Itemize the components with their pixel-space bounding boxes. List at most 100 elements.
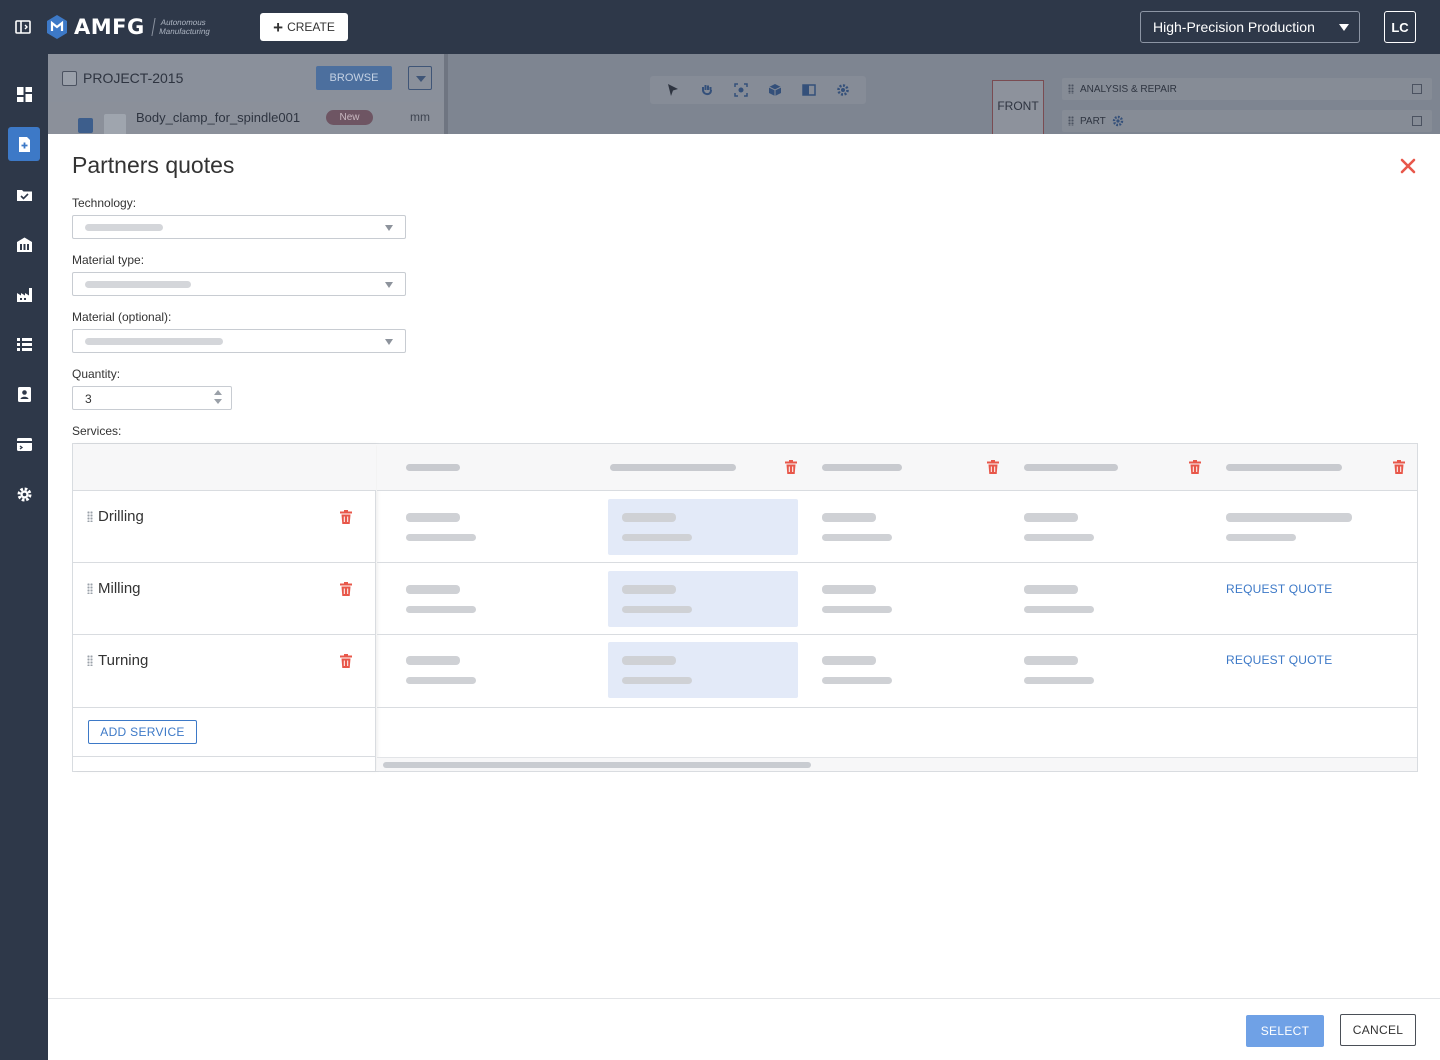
selected-quote-cell[interactable] [608,571,798,627]
nav-settings[interactable] [8,477,40,511]
part-name: Body_clamp_for_spindle001 [136,110,301,125]
trash-icon[interactable] [340,510,352,524]
quote-placeholder [622,585,676,594]
modal-footer: SELECT CANCEL [48,998,1440,1060]
quote-placeholder [1226,534,1296,541]
scrollbar-thumb[interactable] [383,762,811,768]
part-row[interactable]: Body_clamp_for_spindle001 New mm [48,102,444,134]
quantity-input[interactable]: 3 [72,386,232,410]
partner-header-placeholder [1226,464,1342,471]
selected-quote-cell[interactable] [608,642,798,698]
services-table: Drilling Milling Turning ADD SERVICE REQ… [72,443,1418,772]
request-quote-link[interactable]: REQUEST QUOTE [1226,653,1332,667]
nav-list[interactable] [8,327,40,361]
services-label: Services: [72,424,122,438]
browse-button[interactable]: BROWSE [316,66,392,90]
close-icon[interactable] [1398,156,1418,176]
stepper-up-icon[interactable] [214,390,222,395]
quantity-label: Quantity: [72,367,121,381]
trash-icon[interactable] [785,460,797,474]
brand-mark-icon [47,15,67,39]
drag-handle-icon[interactable] [1068,116,1074,126]
drag-handle-icon[interactable] [87,583,93,594]
material-select[interactable] [72,329,406,353]
quote-placeholder [622,656,676,665]
viewer-toolbar [650,76,866,104]
new-order-icon [18,136,30,152]
new-badge: New [326,110,373,125]
panel-divider[interactable] [444,54,448,134]
orders-icon [16,189,32,201]
pointer-icon[interactable] [666,83,680,97]
accordion-analysis-label: ANALYSIS & REPAIR [1080,83,1177,95]
nav-billing[interactable] [8,427,40,461]
nav-new-order[interactable] [8,127,40,161]
viewer-settings-icon[interactable] [836,83,850,97]
quote-placeholder [406,677,476,684]
part-settings-icon[interactable] [1112,115,1124,127]
section-view-icon[interactable] [802,83,816,97]
factory-building-icon [16,237,32,252]
stepper-down-icon[interactable] [214,399,222,404]
quote-placeholder [1226,513,1352,522]
nav-contacts[interactable] [8,377,40,411]
project-menu-button[interactable] [408,66,432,90]
select-button[interactable]: SELECT [1246,1015,1324,1047]
drag-handle-icon[interactable] [87,655,93,666]
fit-view-icon[interactable] [734,83,748,97]
drag-handle-icon[interactable] [1068,84,1074,94]
service-name: Drilling [98,508,144,525]
accordion-part[interactable]: PART [1062,110,1432,132]
nav-production[interactable] [8,277,40,311]
drag-handle-icon[interactable] [87,511,93,522]
quote-placeholder [822,585,876,594]
create-button[interactable]: + CREATE [260,13,348,41]
material-type-select[interactable] [72,272,406,296]
contacts-icon [17,386,31,402]
accordion-analysis-repair[interactable]: ANALYSIS & REPAIR [1062,78,1432,100]
request-quote-link[interactable]: REQUEST QUOTE [1226,582,1332,596]
trash-icon[interactable] [1189,460,1201,474]
material-type-placeholder [85,281,191,288]
quote-placeholder [1024,656,1078,665]
cube-icon[interactable] [768,83,782,97]
trash-icon[interactable] [340,582,352,596]
brand-logo[interactable]: AMFG Autonomous Manufacturing [46,12,213,42]
services-header-left [73,444,376,491]
project-name: PROJECT-2015 [83,70,184,86]
add-service-button[interactable]: ADD SERVICE [88,720,197,744]
quantity-stepper[interactable] [214,390,224,406]
nav-dashboard[interactable] [8,77,40,111]
brand-tagline: Autonomous Manufacturing [151,18,213,36]
background-workspace: PROJECT-2015 BROWSE Body_clamp_for_spind… [48,54,1440,134]
selected-quote-cell[interactable] [608,499,798,555]
part-unit: mm [410,110,430,124]
part-checkbox[interactable] [78,118,93,133]
user-avatar[interactable]: LC [1384,11,1416,43]
horizontal-scrollbar[interactable] [377,757,1417,771]
sidebar-toggle-icon[interactable] [14,18,32,36]
workspace-select[interactable]: High-Precision Production [1140,11,1360,43]
nav-orders[interactable] [8,177,40,211]
hand-icon[interactable] [700,83,714,97]
quote-placeholder [1024,606,1094,613]
technology-select[interactable] [72,215,406,239]
project-checkbox[interactable] [62,70,77,86]
partners-header [377,444,1417,491]
settings-icon [17,487,31,501]
trash-icon[interactable] [987,460,999,474]
modal-title: Partners quotes [72,152,235,178]
view-cube[interactable]: FRONT [992,80,1044,134]
service-row: Drilling [73,491,376,563]
quote-placeholder [1024,677,1094,684]
expand-icon[interactable] [1412,84,1422,94]
material-placeholder [85,338,223,345]
trash-icon[interactable] [340,654,352,668]
expand-icon[interactable] [1412,116,1422,126]
cancel-button[interactable]: CANCEL [1340,1014,1416,1046]
production-icon [16,287,32,302]
trash-icon[interactable] [1393,460,1405,474]
plus-icon: + [273,17,284,37]
nav-factories[interactable] [8,227,40,261]
technology-label: Technology: [72,196,137,210]
